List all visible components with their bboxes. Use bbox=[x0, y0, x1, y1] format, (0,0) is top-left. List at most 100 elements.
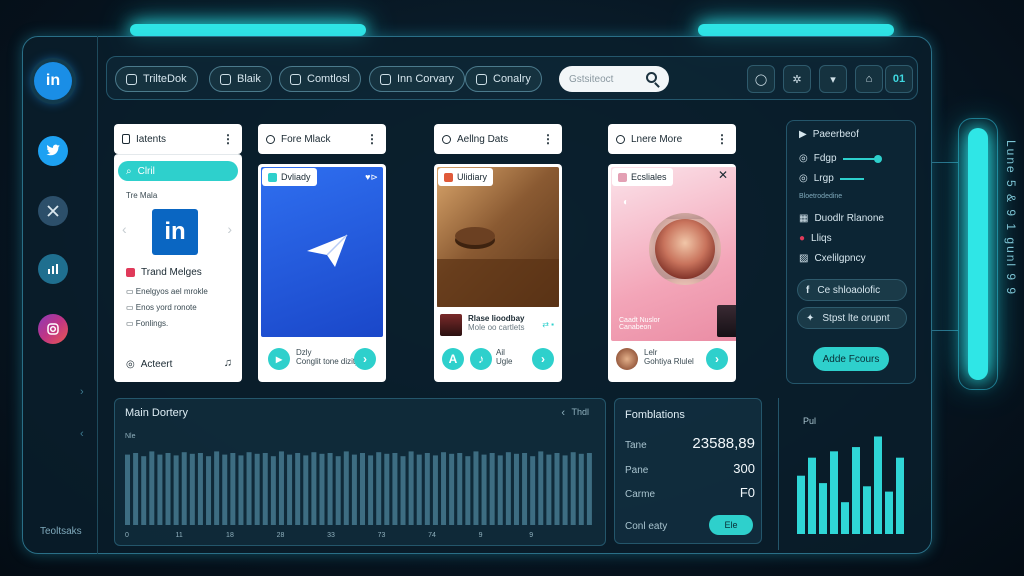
more-icon[interactable]: ⋮ bbox=[542, 132, 554, 146]
chart-icon[interactable] bbox=[38, 254, 68, 284]
music-icon[interactable]: ♪ bbox=[470, 348, 492, 370]
close-icon[interactable]: ✕ bbox=[718, 168, 728, 182]
pin-icon[interactable]: ♥⊳ bbox=[365, 172, 378, 183]
account-row[interactable]: ◎ Acteert bbox=[126, 359, 172, 370]
nav-button-2[interactable]: Blaik bbox=[209, 66, 272, 92]
gallery-bar bbox=[522, 453, 528, 525]
x-icon[interactable] bbox=[38, 196, 68, 226]
media-preview[interactable] bbox=[437, 167, 559, 307]
gallery-tick-label: 0 bbox=[125, 532, 129, 537]
nav-button-4[interactable]: Inn Corvary bbox=[369, 66, 465, 92]
gallery-bar bbox=[449, 453, 455, 525]
grid-icon: ▦ bbox=[799, 213, 809, 224]
shield-icon[interactable]: ▾ bbox=[819, 65, 847, 93]
media-preview[interactable] bbox=[261, 167, 383, 337]
slider[interactable] bbox=[842, 154, 882, 163]
mini-chart-bar bbox=[819, 483, 827, 534]
chevron-left-icon[interactable]: ‹ bbox=[122, 221, 127, 237]
notification-icon[interactable]: ◯ bbox=[747, 65, 775, 93]
card-body: Dvliady ♥⊳ ▸ Dzly Conglit tone dizity › bbox=[258, 164, 386, 382]
stat-row: Tane 23588,89 bbox=[625, 435, 755, 452]
avatar bbox=[440, 314, 462, 336]
gallery-bar bbox=[173, 455, 179, 525]
instagram-icon[interactable] bbox=[38, 314, 68, 344]
connector-line bbox=[932, 330, 958, 331]
next-button[interactable]: › bbox=[706, 348, 728, 370]
mini-chart-bar bbox=[808, 457, 816, 534]
gallery-bar bbox=[157, 454, 163, 525]
play-icon[interactable]: ▸ bbox=[268, 348, 290, 370]
search-icon[interactable] bbox=[646, 72, 657, 83]
search-input[interactable]: Gstsiteoct bbox=[559, 66, 669, 92]
gallery-bar bbox=[230, 453, 236, 525]
bell-icon[interactable]: ♫ bbox=[224, 357, 232, 369]
gallery-tick-label: 18 bbox=[226, 532, 234, 537]
add-button[interactable]: Adde Fcours bbox=[813, 347, 889, 371]
nav-button-3[interactable]: Comtlosl bbox=[279, 66, 361, 92]
target-icon: ◎ bbox=[799, 153, 808, 164]
trend-row: Trand Melges bbox=[126, 267, 202, 278]
gallery-bar bbox=[125, 454, 130, 525]
twitter-link[interactable]: ✦ Stpst lte orupnt bbox=[797, 307, 907, 329]
nav-button-1[interactable]: TrilteDok bbox=[115, 66, 198, 92]
gallery-bar bbox=[189, 453, 195, 525]
gallery-bar bbox=[530, 456, 536, 525]
gallery-bar bbox=[424, 453, 430, 525]
chevron-left-icon[interactable]: ‹ bbox=[561, 407, 565, 419]
gallery-bar bbox=[578, 453, 584, 525]
more-icon[interactable]: ⋮ bbox=[366, 132, 378, 146]
sidebar-footer-label: Teoltsaks bbox=[40, 526, 82, 537]
nav-button-5[interactable]: Conalry bbox=[465, 66, 542, 92]
mini-chart-bar bbox=[885, 491, 893, 534]
chevron-right-icon[interactable]: › bbox=[227, 221, 232, 237]
card-header: Iatents ⋮ bbox=[114, 124, 242, 154]
panel-item[interactable]: ● Lliqs bbox=[799, 233, 832, 244]
linkedin-icon[interactable]: in bbox=[34, 62, 72, 100]
gallery-bar bbox=[238, 455, 244, 525]
user-icon: ◎ bbox=[126, 359, 135, 370]
chevron-right-icon[interactable]: › bbox=[80, 386, 84, 398]
gallery-bar bbox=[303, 455, 309, 525]
thumbnail bbox=[717, 305, 736, 337]
home-icon[interactable]: ⌂ bbox=[855, 65, 883, 93]
target-icon: ◎ bbox=[799, 173, 808, 184]
card-subtitle: Tre Mala bbox=[126, 191, 158, 200]
settings-icon[interactable]: ✲ bbox=[783, 65, 811, 93]
facebook-link[interactable]: f Ce shloaolofic bbox=[797, 279, 907, 301]
chevron-left-icon[interactable]: ‹ bbox=[80, 428, 84, 440]
stats-action-button[interactable]: Ele bbox=[709, 515, 753, 535]
search-pill[interactable]: ⌕ Clril bbox=[118, 161, 238, 181]
right-panel: ▶ Paeerbeof ◎ Fdgp ◎ Lrgp Bloetrodedine ▦ Du… bbox=[786, 120, 916, 384]
next-button[interactable]: › bbox=[532, 348, 554, 370]
mini-chart-label: Pul bbox=[803, 416, 817, 426]
gallery-tick-label: 9 bbox=[529, 532, 533, 537]
gallery-bar bbox=[441, 452, 447, 525]
gallery-bar bbox=[133, 453, 139, 525]
slider-row[interactable]: ◎ Lrgp bbox=[799, 173, 864, 184]
share-icon[interactable]: ⇄ ▪ bbox=[542, 320, 554, 329]
panel-item[interactable]: ▦ Duodlr Rlanone bbox=[799, 213, 884, 224]
panel-item[interactable]: ▨ Cxelilgpncy bbox=[799, 253, 866, 264]
side-vertical-text: Lune 5 & 9 1 gunl 9 9 bbox=[1004, 140, 1018, 297]
slider[interactable] bbox=[839, 177, 864, 180]
card-header: Fore Mlack ⋮ bbox=[258, 124, 386, 154]
mini-chart-bar bbox=[852, 447, 860, 534]
gallery-bar bbox=[181, 452, 187, 525]
next-button[interactable]: › bbox=[354, 348, 376, 370]
media-preview[interactable]: ◐ Caadt Nuslor Canabeon bbox=[611, 167, 736, 341]
facebook-icon: f bbox=[806, 284, 810, 296]
user-button[interactable]: A bbox=[442, 348, 464, 370]
page-badge[interactable]: 01 bbox=[885, 65, 913, 93]
list-item: ▭ Enos yord ronote bbox=[126, 303, 197, 312]
top-glow-left bbox=[130, 24, 366, 36]
gallery-bar bbox=[246, 452, 252, 525]
slider-knob[interactable] bbox=[873, 154, 882, 163]
more-icon[interactable]: ⋮ bbox=[716, 132, 728, 146]
slider-row[interactable]: ◎ Fdgp bbox=[799, 153, 882, 164]
gallery-tick-label: 33 bbox=[327, 532, 335, 537]
more-icon[interactable]: ⋮ bbox=[222, 132, 234, 146]
gallery-bar bbox=[457, 453, 463, 525]
card-aellng-dats: Aellng Dats ⋮ Ulidiary Rlase lioodbay Mo… bbox=[434, 124, 562, 382]
twitter-icon[interactable] bbox=[38, 136, 68, 166]
clipboard-icon bbox=[122, 134, 130, 144]
